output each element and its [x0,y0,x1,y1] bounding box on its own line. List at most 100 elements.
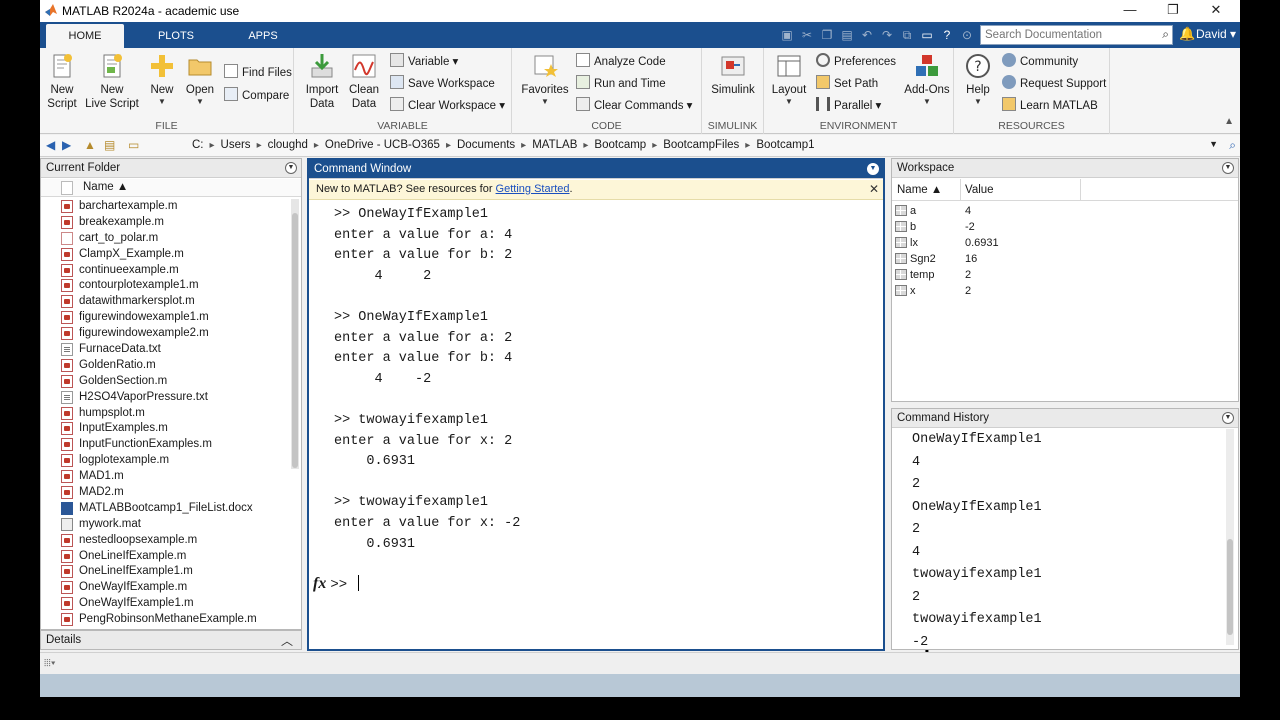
history-entry[interactable]: -2 [912,632,1042,655]
file-row[interactable]: figurewindowexample1.m [41,310,289,326]
file-row[interactable]: OneLineIfExample.m [41,549,289,565]
search-input[interactable] [981,26,1151,44]
file-row[interactable]: ClampX_Example.m [41,247,289,263]
file-row[interactable]: figurewindowexample2.m [41,326,289,342]
breadcrumb-segment[interactable]: OneDrive - UCB-O365 [319,139,446,153]
file-row[interactable]: MATLABBootcamp1_FileList.docx [41,501,289,517]
forward-icon[interactable]: ▶ [62,138,71,152]
folder-search-icon[interactable]: ⌕ [1229,138,1236,153]
history-entry[interactable]: 4 [912,452,1042,475]
browse-folder-icon[interactable]: ▤ [104,138,115,152]
history-entry[interactable]: 2 [912,587,1042,610]
undo-icon[interactable]: ↶ [858,26,876,44]
file-row[interactable]: OneWayIfExample1.m [41,596,289,612]
breadcrumb-segment[interactable]: MATLAB [526,139,583,153]
favorites-button[interactable]: Favorites ▼ [520,52,570,106]
file-row[interactable]: contourplotexample1.m [41,278,289,294]
run-and-time-button[interactable]: Run and Time [576,74,666,94]
breadcrumb-segment[interactable]: Documents [451,139,521,153]
file-row[interactable]: mywork.mat [41,517,289,533]
preferences-button[interactable]: Preferences [816,52,896,72]
path-dropdown-icon[interactable]: ▼ [1209,139,1218,149]
tab-apps[interactable]: APPS [228,24,298,48]
collapse-ribbon-icon[interactable]: ▲ [1224,116,1234,127]
simulink-button[interactable]: Simulink [708,52,758,97]
file-row[interactable]: OneWayIfExample.m [41,580,289,596]
file-row[interactable]: MAD1.m [41,469,289,485]
history-scroll-thumb[interactable] [1227,539,1233,635]
clean-data-button[interactable]: Clean Data [344,52,384,111]
open-button[interactable]: Open ▼ [182,52,218,106]
save-workspace-button[interactable]: Save Workspace [390,74,495,94]
add-ons-button[interactable]: Add-Ons ▼ [904,52,950,106]
details-panel[interactable]: Details ︿ [40,630,302,650]
folder-scrollbar[interactable] [291,199,299,469]
minimize-button[interactable]: — [1115,2,1145,20]
file-row[interactable]: logplotexample.m [41,453,289,469]
command-window[interactable]: Command Window ▼ New to MATLAB? See reso… [307,158,933,665]
panel-actions-icon[interactable]: ▼ [1222,412,1234,424]
history-entry[interactable]: 2 [912,519,1042,542]
function-browser-icon[interactable]: fx [313,575,326,592]
file-row[interactable]: cart_to_polar.m [41,231,289,247]
close-icon[interactable]: ✕ [869,180,879,199]
breadcrumb-segment[interactable]: cloughd [262,139,314,153]
history-entry[interactable]: OneWayIfExample1 [912,497,1042,520]
file-row[interactable]: MAD2.m [41,485,289,501]
folder-scroll-thumb[interactable] [292,213,298,468]
tab-home[interactable]: HOME [46,24,124,48]
clear-commands-button[interactable]: Clear Commands ▾ [576,96,692,116]
file-row[interactable]: FurnaceData.txt [41,342,289,358]
file-row[interactable]: datawithmarkersplot.m [41,294,289,310]
file-row[interactable]: GoldenSection.m [41,374,289,390]
user-menu[interactable]: David ▾ [1196,27,1236,41]
breadcrumb-segment[interactable]: Bootcamp [588,139,652,153]
community-button[interactable]: Community [1002,52,1078,72]
workspace-name-column[interactable]: Name ▲ [897,184,942,196]
panel-actions-icon[interactable]: ▼ [285,162,297,174]
help-button[interactable]: ? Help ▼ [960,52,996,106]
help-icon[interactable]: ? [938,26,956,44]
redo-icon[interactable]: ↷ [878,26,896,44]
save-icon[interactable]: ▣ [778,26,796,44]
chevron-up-icon[interactable]: ︿ [281,632,293,650]
new-live-script-button[interactable]: New Live Script [84,52,140,111]
file-row[interactable]: humpsplot.m [41,406,289,422]
maximize-button[interactable]: ❐ [1158,2,1188,20]
tab-plots[interactable]: PLOTS [140,24,212,48]
getting-started-link[interactable]: Getting Started [496,183,570,195]
analyze-code-button[interactable]: Analyze Code [576,52,666,72]
learn-matlab-button[interactable]: Learn MATLAB [1002,96,1098,116]
workspace-value-column[interactable]: Value [965,184,994,196]
panel-actions-icon[interactable]: ▼ [1222,162,1234,174]
cut-icon[interactable]: ✂ [798,26,816,44]
file-row[interactable]: continueexample.m [41,263,289,279]
file-row[interactable]: PengRobinsonMethaneExample.m [41,612,289,628]
file-row[interactable]: OneLineIfExample1.m [41,564,289,580]
history-scrollbar[interactable] [1226,429,1234,645]
file-row[interactable]: GoldenRatio.m [41,358,289,374]
file-row[interactable]: breakexample.m [41,215,289,231]
history-entry[interactable]: 4 [912,542,1042,565]
file-row[interactable]: InputFunctionExamples.m [41,437,289,453]
copy-icon[interactable]: ❐ [818,26,836,44]
breadcrumb-segment[interactable]: C: [186,139,210,153]
window-layout-icon[interactable]: ▭ [918,26,936,44]
new-button[interactable]: New ▼ [144,52,180,106]
layout-button[interactable]: Layout ▼ [768,52,810,106]
find-files-button[interactable]: Find Files [224,63,292,83]
file-row[interactable]: H2SO4VaporPressure.txt [41,390,289,406]
set-path-button[interactable]: Set Path [816,74,878,94]
command-prompt[interactable]: fx >> [313,575,359,593]
file-row[interactable]: barchartexample.m [41,199,289,215]
compare-button[interactable]: Compare [224,86,289,106]
history-entry[interactable]: twowayifexample1 [912,564,1042,587]
options-icon[interactable]: ⊙ [958,26,976,44]
breadcrumb-segment[interactable]: Users [215,139,257,153]
file-row[interactable]: nestedloopsexample.m [41,533,289,549]
request-support-button[interactable]: Request Support [1002,74,1106,94]
switch-windows-icon[interactable]: ⧉ [898,26,916,44]
notification-bell-icon[interactable]: 🔔 [1179,26,1195,42]
file-row[interactable]: InputExamples.m [41,421,289,437]
clear-workspace-button[interactable]: Clear Workspace ▾ [390,96,505,116]
